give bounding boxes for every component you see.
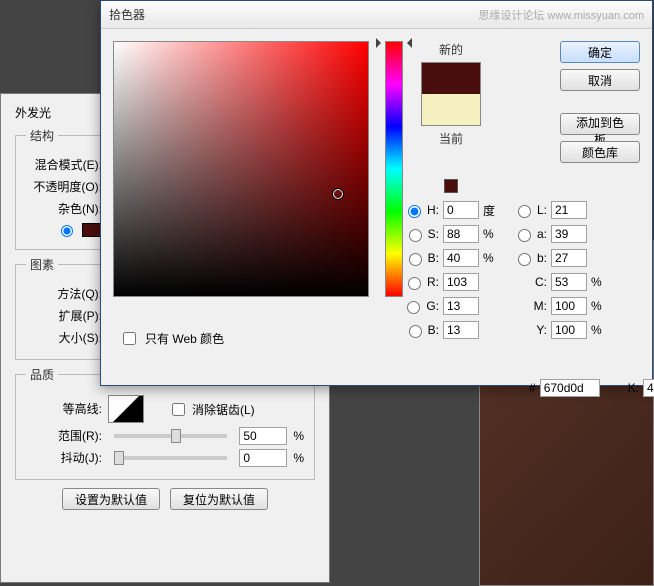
jitter-label: 抖动(J): bbox=[26, 449, 102, 467]
contour-picker[interactable] bbox=[108, 395, 144, 423]
structure-legend: 结构 bbox=[26, 127, 58, 144]
a-input[interactable] bbox=[551, 225, 587, 243]
color-picker-titlebar[interactable]: 拾色器 思缘设计论坛 www.missyuan.com bbox=[101, 1, 652, 29]
color-library-button[interactable]: 颜色库 bbox=[560, 141, 640, 163]
h-input[interactable] bbox=[443, 201, 479, 219]
b-rgb-radio[interactable] bbox=[409, 325, 422, 338]
contour-label: 等高线: bbox=[26, 400, 102, 418]
color-picker-title: 拾色器 bbox=[109, 6, 145, 23]
method-label: 方法(Q): bbox=[26, 285, 102, 303]
s-input[interactable] bbox=[443, 225, 479, 243]
set-default-button[interactable]: 设置为默认值 bbox=[62, 488, 160, 510]
new-color-swatch bbox=[422, 63, 480, 94]
b-rgb-input[interactable] bbox=[443, 321, 479, 339]
hue-thumb-left-icon bbox=[376, 38, 386, 48]
color-value-fields: H:度 L: S:% a: B:% b: R: C:% G: M:% B: Y:… bbox=[411, 201, 607, 339]
color-radio[interactable] bbox=[61, 225, 73, 237]
r-input[interactable] bbox=[443, 273, 479, 291]
saturation-value-box[interactable] bbox=[113, 41, 369, 297]
a-radio[interactable] bbox=[518, 229, 531, 242]
b-hsb-input[interactable] bbox=[443, 249, 479, 267]
opacity-label: 不透明度(O): bbox=[26, 178, 102, 196]
range-label: 范围(R): bbox=[26, 427, 102, 445]
hue-thumb-right-icon bbox=[402, 38, 412, 48]
web-only-label: 只有 Web 颜色 bbox=[145, 330, 224, 347]
ok-button[interactable]: 确定 bbox=[560, 41, 640, 63]
b-lab-radio[interactable] bbox=[518, 253, 531, 266]
c-input[interactable] bbox=[551, 273, 587, 291]
l-input[interactable] bbox=[551, 201, 587, 219]
web-only-checkbox[interactable] bbox=[123, 332, 136, 345]
elements-legend: 图素 bbox=[26, 256, 58, 273]
g-input[interactable] bbox=[443, 297, 479, 315]
cancel-button[interactable]: 取消 bbox=[560, 69, 640, 91]
sv-cursor-icon bbox=[333, 189, 343, 199]
noise-label: 杂色(N): bbox=[26, 200, 102, 218]
range-slider[interactable] bbox=[114, 434, 227, 438]
size-label: 大小(S): bbox=[26, 329, 102, 347]
g-radio[interactable] bbox=[407, 301, 420, 314]
current-color-swatch[interactable] bbox=[422, 94, 480, 125]
add-swatch-button[interactable]: 添加到色板 bbox=[560, 113, 640, 135]
jitter-unit: % bbox=[293, 451, 304, 465]
m-input[interactable] bbox=[551, 297, 587, 315]
quality-legend: 品质 bbox=[26, 366, 58, 383]
reset-default-button[interactable]: 复位为默认值 bbox=[170, 488, 268, 510]
watermark-text: 思缘设计论坛 www.missyuan.com bbox=[478, 7, 644, 23]
blend-mode-label: 混合模式(E): bbox=[26, 156, 102, 174]
b-lab-input[interactable] bbox=[551, 249, 587, 267]
hex-input[interactable] bbox=[540, 379, 600, 397]
h-radio[interactable] bbox=[408, 205, 421, 218]
hex-label: # bbox=[529, 381, 536, 395]
antialias-checkbox[interactable] bbox=[172, 403, 185, 416]
range-unit: % bbox=[293, 429, 304, 443]
jitter-input[interactable] bbox=[239, 449, 287, 467]
glow-color-swatch[interactable] bbox=[82, 223, 102, 237]
range-input[interactable] bbox=[239, 427, 287, 445]
jitter-slider[interactable] bbox=[114, 456, 227, 460]
antialias-label: 消除锯齿(L) bbox=[192, 401, 255, 418]
color-preview bbox=[421, 62, 481, 126]
l-radio[interactable] bbox=[518, 205, 531, 218]
websafe-cube-icon[interactable] bbox=[444, 179, 458, 193]
s-radio[interactable] bbox=[409, 229, 422, 242]
k-input[interactable] bbox=[643, 379, 654, 397]
current-color-label: 当前 bbox=[439, 130, 463, 147]
y-input[interactable] bbox=[551, 321, 587, 339]
new-color-label: 新的 bbox=[439, 41, 463, 58]
color-picker-dialog: 拾色器 思缘设计论坛 www.missyuan.com 新的 当前 确定 取消 … bbox=[100, 0, 653, 386]
r-radio[interactable] bbox=[408, 277, 421, 290]
spread-label: 扩展(P): bbox=[26, 307, 102, 325]
b-hsb-radio[interactable] bbox=[409, 253, 422, 266]
hue-slider[interactable] bbox=[385, 41, 403, 297]
